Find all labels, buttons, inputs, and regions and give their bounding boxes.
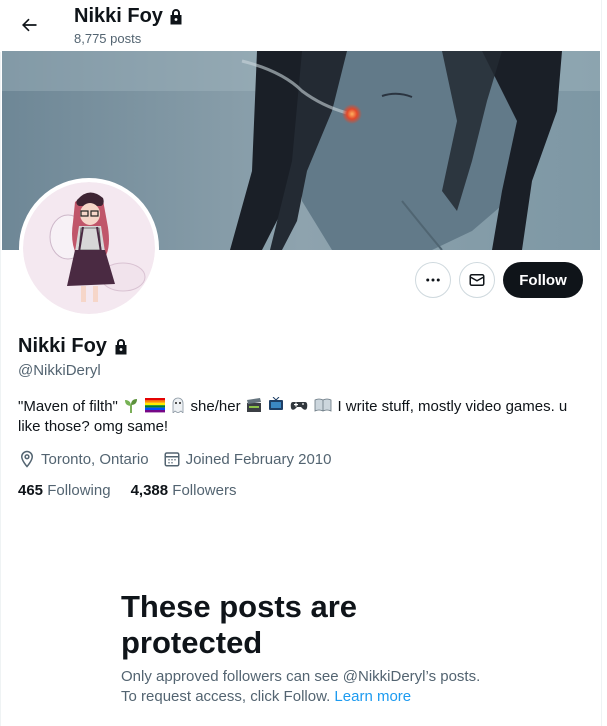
follow-stats: 465 Following 4,388 Followers xyxy=(18,482,256,499)
bio-text-1: "Maven of filth" xyxy=(18,398,118,415)
profile-handle: @NikkiDeryl xyxy=(18,362,101,379)
follow-button[interactable]: Follow xyxy=(503,262,583,298)
post-count: 8,775 posts xyxy=(74,31,142,46)
back-button[interactable] xyxy=(12,8,46,42)
followers-label: Followers xyxy=(172,482,237,499)
followers-link[interactable]: 4,388 Followers xyxy=(131,482,237,499)
open-book-icon xyxy=(314,398,332,412)
envelope-icon xyxy=(469,274,485,286)
location-item: Toronto, Ontario xyxy=(18,450,149,468)
protected-description-text: Only approved followers can see @NikkiDe… xyxy=(121,668,481,705)
joined-text: Joined February 2010 xyxy=(185,450,332,468)
lock-icon xyxy=(170,9,182,25)
calendar-icon xyxy=(164,452,180,467)
following-label: Following xyxy=(47,482,111,499)
ghost-icon xyxy=(172,397,184,413)
game-controller-icon xyxy=(290,402,308,410)
right-border xyxy=(601,0,602,726)
profile-avatar[interactable] xyxy=(19,178,159,318)
profile-name: Nikki Foy xyxy=(18,335,129,358)
message-button[interactable] xyxy=(459,262,495,298)
rainbow-flag-icon xyxy=(145,398,166,413)
television-icon xyxy=(268,397,283,410)
lock-icon xyxy=(115,339,127,355)
clapper-board-icon xyxy=(246,398,261,412)
location-pin-icon xyxy=(20,450,34,468)
following-count: 465 xyxy=(18,482,44,499)
avatar-illustration xyxy=(23,182,155,314)
left-border xyxy=(0,0,1,726)
more-dots-icon xyxy=(426,278,440,282)
seedling-icon xyxy=(125,399,138,413)
top-bar: Nikki Foy 8,775 posts xyxy=(0,0,601,52)
header-name: Nikki Foy xyxy=(74,5,163,27)
profile-meta: Toronto, Ontario Joined February 2010 xyxy=(18,450,346,468)
protected-title: These posts are protected xyxy=(121,589,358,660)
bio-text-2: she/her xyxy=(190,398,241,415)
followers-count: 4,388 xyxy=(130,482,169,499)
joined-item: Joined February 2010 xyxy=(163,450,332,468)
learn-more-link[interactable]: Learn more xyxy=(334,688,411,705)
more-options-button[interactable] xyxy=(415,262,451,298)
profile-display-name: Nikki Foy xyxy=(18,335,107,357)
following-link[interactable]: 465 Following xyxy=(18,482,111,499)
protected-description: Only approved followers can see @NikkiDe… xyxy=(121,667,481,707)
arrow-left-icon xyxy=(22,18,37,32)
header-title: Nikki Foy xyxy=(74,5,184,28)
location-text: Toronto, Ontario xyxy=(41,450,149,468)
profile-bio: "Maven of filth" she/her I write stuff, … xyxy=(18,397,578,437)
